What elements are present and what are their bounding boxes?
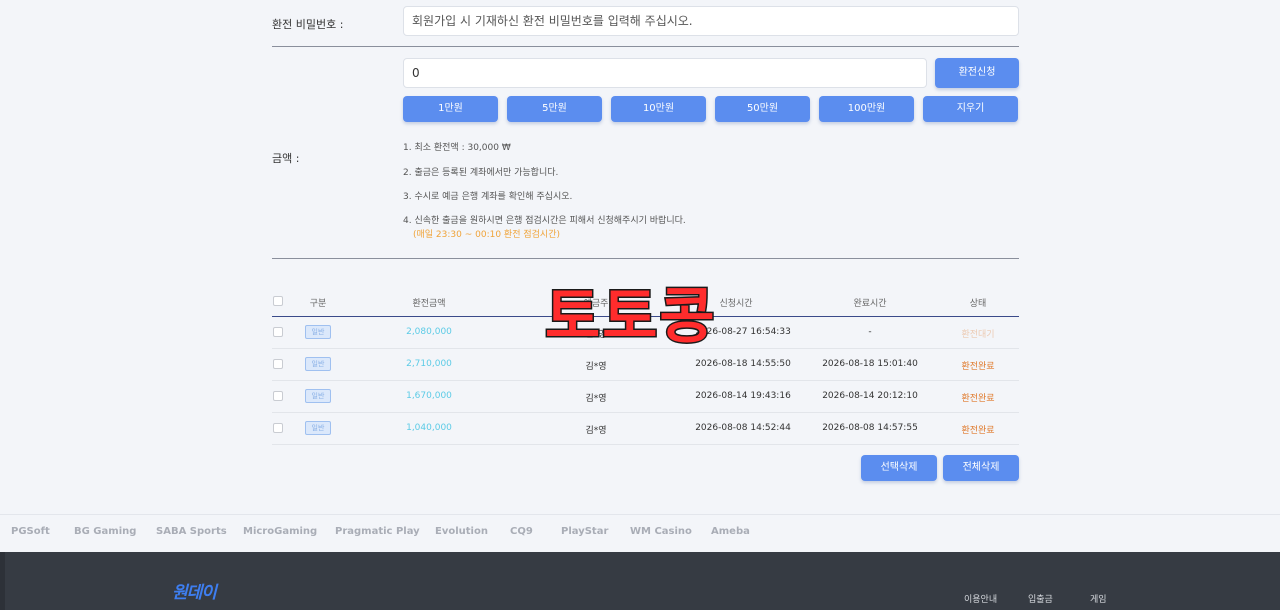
row-line xyxy=(272,412,1019,413)
quick-amount-100k-button[interactable]: 10만원 xyxy=(611,96,706,122)
status-cell: 환전완료 xyxy=(961,426,995,436)
divider xyxy=(272,258,1019,259)
status-cell: 환전완료 xyxy=(961,394,995,404)
notice-maintenance-time: (매일 23:30 ~ 00:10 환전 점검시간) xyxy=(413,230,560,240)
clear-amount-button[interactable]: 지우기 xyxy=(923,96,1018,122)
quick-amount-10k-button[interactable]: 1만원 xyxy=(403,96,498,122)
quick-amount-50k-button[interactable]: 5만원 xyxy=(507,96,602,122)
delete-all-button[interactable]: 전체삭제 xyxy=(943,455,1019,481)
notice-bank-maintenance: 4. 신속한 출금을 원하시면 은행 점검시간은 피해서 신청해주시기 바랍니다… xyxy=(403,216,686,226)
notice-min-amount: 1. 최소 환전액 : 30,000 ₩ xyxy=(403,143,511,153)
status-cell: 환전완료 xyxy=(961,362,995,372)
provider-microgaming[interactable]: MicroGaming xyxy=(243,526,317,537)
exchange-submit-button[interactable]: 환전신청 xyxy=(935,58,1019,88)
footer-nav-game[interactable]: 게임 xyxy=(1090,592,1107,605)
col-header-complete-time: 완료시간 xyxy=(853,299,887,309)
provider-ameba[interactable]: Ameba xyxy=(711,526,750,537)
request-time-cell: 2026-08-08 14:52:44 xyxy=(695,423,791,433)
row-checkbox[interactable] xyxy=(273,391,283,401)
type-badge: 일반 xyxy=(305,325,331,339)
amount-cell: 1,670,000 xyxy=(406,391,452,401)
amount-cell: 2,080,000 xyxy=(406,327,452,337)
amount-cell: 2,710,000 xyxy=(406,359,452,369)
type-badge: 일반 xyxy=(305,421,331,435)
footer-nav-deposit-withdraw[interactable]: 입출금 xyxy=(1028,592,1053,605)
type-badge: 일반 xyxy=(305,389,331,403)
provider-bg-gaming[interactable]: BG Gaming xyxy=(74,526,136,537)
row-line xyxy=(272,444,1019,445)
amount-input[interactable]: 0 xyxy=(403,58,927,88)
row-checkbox[interactable] xyxy=(273,327,283,337)
footer-nav-guide[interactable]: 이용안내 xyxy=(964,592,997,605)
amount-label: 금액 : xyxy=(272,152,300,165)
complete-time-cell: - xyxy=(868,327,872,337)
type-badge: 일반 xyxy=(305,357,331,371)
quick-amount-1m-button[interactable]: 100만원 xyxy=(819,96,914,122)
quick-amount-500k-button[interactable]: 50만원 xyxy=(715,96,810,122)
provider-cq9[interactable]: CQ9 xyxy=(510,526,533,537)
col-header-amount: 환전금액 xyxy=(412,299,446,309)
exchange-password-input[interactable]: 회원가입 시 기재하신 환전 비밀번호를 입력해 주십시오. xyxy=(403,6,1019,36)
col-header-status: 상태 xyxy=(969,299,987,309)
provider-pragmatic-play[interactable]: Pragmatic Play xyxy=(335,526,420,537)
holder-cell: 김*영 xyxy=(585,394,607,404)
provider-wm-casino[interactable]: WM Casino xyxy=(630,526,692,537)
divider xyxy=(272,46,1019,47)
password-label: 환전 비밀번호 : xyxy=(272,18,344,31)
site-logo[interactable]: 원데이 xyxy=(172,578,217,603)
request-time-cell: 2026-08-14 19:43:16 xyxy=(695,391,791,401)
row-checkbox[interactable] xyxy=(273,423,283,433)
provider-pgsoft[interactable]: PGSoft xyxy=(11,526,50,537)
select-all-checkbox[interactable] xyxy=(273,296,283,306)
holder-cell: 김*영 xyxy=(585,362,607,372)
status-cell: 환전대기 xyxy=(961,330,995,340)
delete-selected-button[interactable]: 선택삭제 xyxy=(861,455,937,481)
amount-cell: 1,040,000 xyxy=(406,423,452,433)
col-header-type: 구분 xyxy=(309,299,327,309)
provider-playstar[interactable]: PlayStar xyxy=(561,526,608,537)
provider-evolution[interactable]: Evolution xyxy=(435,526,488,537)
row-line xyxy=(272,380,1019,381)
watermark-overlay: 토토콩 xyxy=(544,281,717,354)
provider-saba-sports[interactable]: SABA Sports xyxy=(156,526,227,537)
complete-time-cell: 2026-08-14 20:12:10 xyxy=(822,391,918,401)
complete-time-cell: 2026-08-18 15:01:40 xyxy=(822,359,918,369)
row-checkbox[interactable] xyxy=(273,359,283,369)
request-time-cell: 2026-08-18 14:55:50 xyxy=(695,359,791,369)
notice-check-account: 3. 수시로 예금 은행 계좌를 확인해 주십시오. xyxy=(403,192,573,202)
notice-registered-account: 2. 출금은 등록된 계좌에서만 가능합니다. xyxy=(403,168,559,178)
holder-cell: 김*영 xyxy=(585,426,607,436)
complete-time-cell: 2026-08-08 14:57:55 xyxy=(822,423,918,433)
